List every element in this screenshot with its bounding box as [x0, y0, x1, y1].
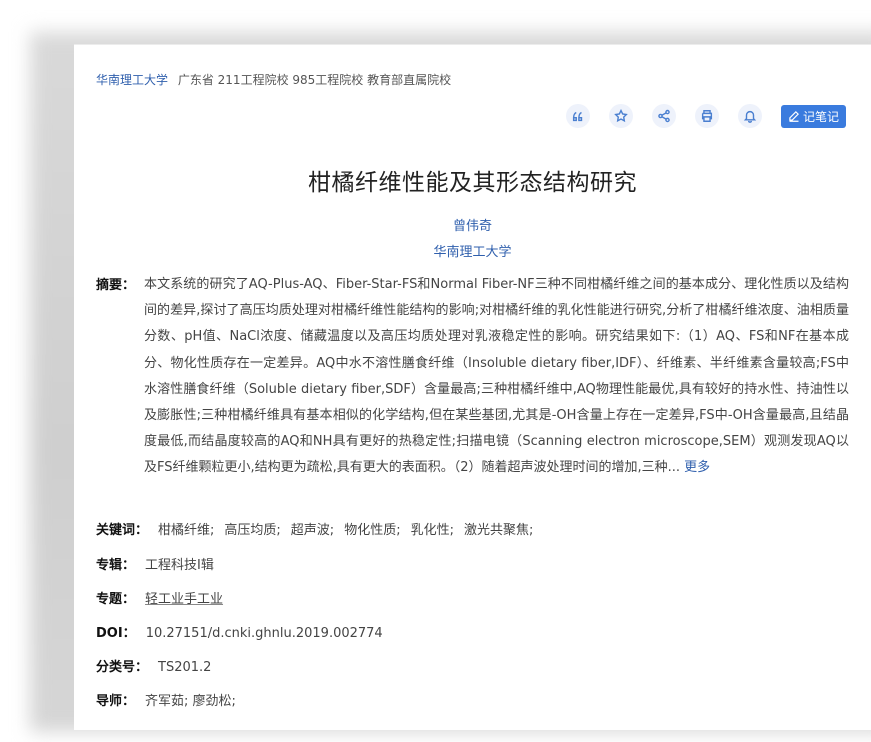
print-button[interactable] [694, 104, 719, 128]
doi-label: DOI： [96, 626, 136, 641]
favorite-button[interactable] [608, 104, 633, 128]
share-button[interactable] [651, 104, 676, 128]
take-notes-button[interactable]: 记笔记 [780, 104, 846, 128]
keyword-link[interactable]: 物化性质; [344, 523, 400, 538]
abstract-label: 摘要： [96, 278, 136, 293]
abstract-section: 摘要： 本文系统的研究了AQ-Plus-AQ、Fiber-Star-FS和Nor… [96, 272, 849, 482]
keyword-link[interactable]: 乳化性; [411, 523, 454, 538]
series-label: 专辑： [96, 558, 136, 573]
series-field: 专辑： 工程科技Ⅰ辑 [96, 554, 849, 573]
topic-label: 专题： [96, 592, 136, 607]
keyword-link[interactable]: 超声波; [291, 523, 334, 538]
affiliation-link[interactable]: 华南理工大学 [74, 241, 871, 260]
keywords-label: 关键词： [96, 523, 149, 538]
author-link[interactable]: 曾伟奇 [74, 215, 871, 234]
bell-icon [743, 110, 757, 123]
university-link[interactable]: 华南理工大学 [96, 73, 168, 87]
paper-detail-card: 华南理工大学 广东省 211工程院校 985工程院校 教育部直属院校 记笔记 柑… [74, 44, 871, 730]
take-notes-label: 记笔记 [802, 109, 839, 124]
classification-value: TS201.2 [158, 660, 212, 675]
source-info: 华南理工大学 广东省 211工程院校 985工程院校 教育部直属院校 [96, 71, 451, 88]
abstract-text: 本文系统的研究了AQ-Plus-AQ、Fiber-Star-FS和Normal … [144, 272, 849, 482]
topic-link[interactable]: 轻工业手工业 [145, 592, 223, 607]
advisor-label: 导师： [96, 694, 136, 709]
subscribe-button[interactable] [737, 104, 762, 128]
doi-field: DOI： 10.27151/d.cnki.ghnlu.2019.002774 [96, 622, 849, 641]
share-icon [658, 109, 670, 123]
doi-value[interactable]: 10.27151/d.cnki.ghnlu.2019.002774 [146, 626, 383, 641]
advisor-value[interactable]: 齐军茹; 廖劲松; [145, 694, 236, 709]
cite-button[interactable] [565, 104, 590, 128]
keyword-link[interactable]: 激光共聚焦; [464, 523, 533, 538]
more-link[interactable]: 更多 [684, 460, 710, 475]
action-toolbar: 记笔记 [547, 103, 846, 129]
topic-field: 专题： 轻工业手工业 [96, 588, 849, 607]
quote-icon [572, 111, 583, 122]
classification-field: 分类号： TS201.2 [96, 656, 849, 675]
keyword-link[interactable]: 柑橘纤维; [158, 523, 214, 538]
star-icon [614, 109, 628, 123]
abstract-body: 本文系统的研究了AQ-Plus-AQ、Fiber-Star-FS和Normal … [144, 277, 849, 476]
pen-icon [789, 111, 799, 122]
keywords-section: 关键词： 柑橘纤维; 高压均质; 超声波; 物化性质; 乳化性; 激光共聚焦; [96, 519, 849, 538]
series-value: 工程科技Ⅰ辑 [145, 558, 214, 573]
keyword-link[interactable]: 高压均质; [224, 523, 280, 538]
print-icon [701, 110, 713, 122]
university-tags: 广东省 211工程院校 985工程院校 教育部直属院校 [177, 73, 452, 87]
paper-title: 柑橘纤维性能及其形态结构研究 [308, 170, 637, 196]
classification-label: 分类号： [96, 660, 149, 675]
advisor-field: 导师： 齐军茹; 廖劲松; [96, 690, 849, 709]
